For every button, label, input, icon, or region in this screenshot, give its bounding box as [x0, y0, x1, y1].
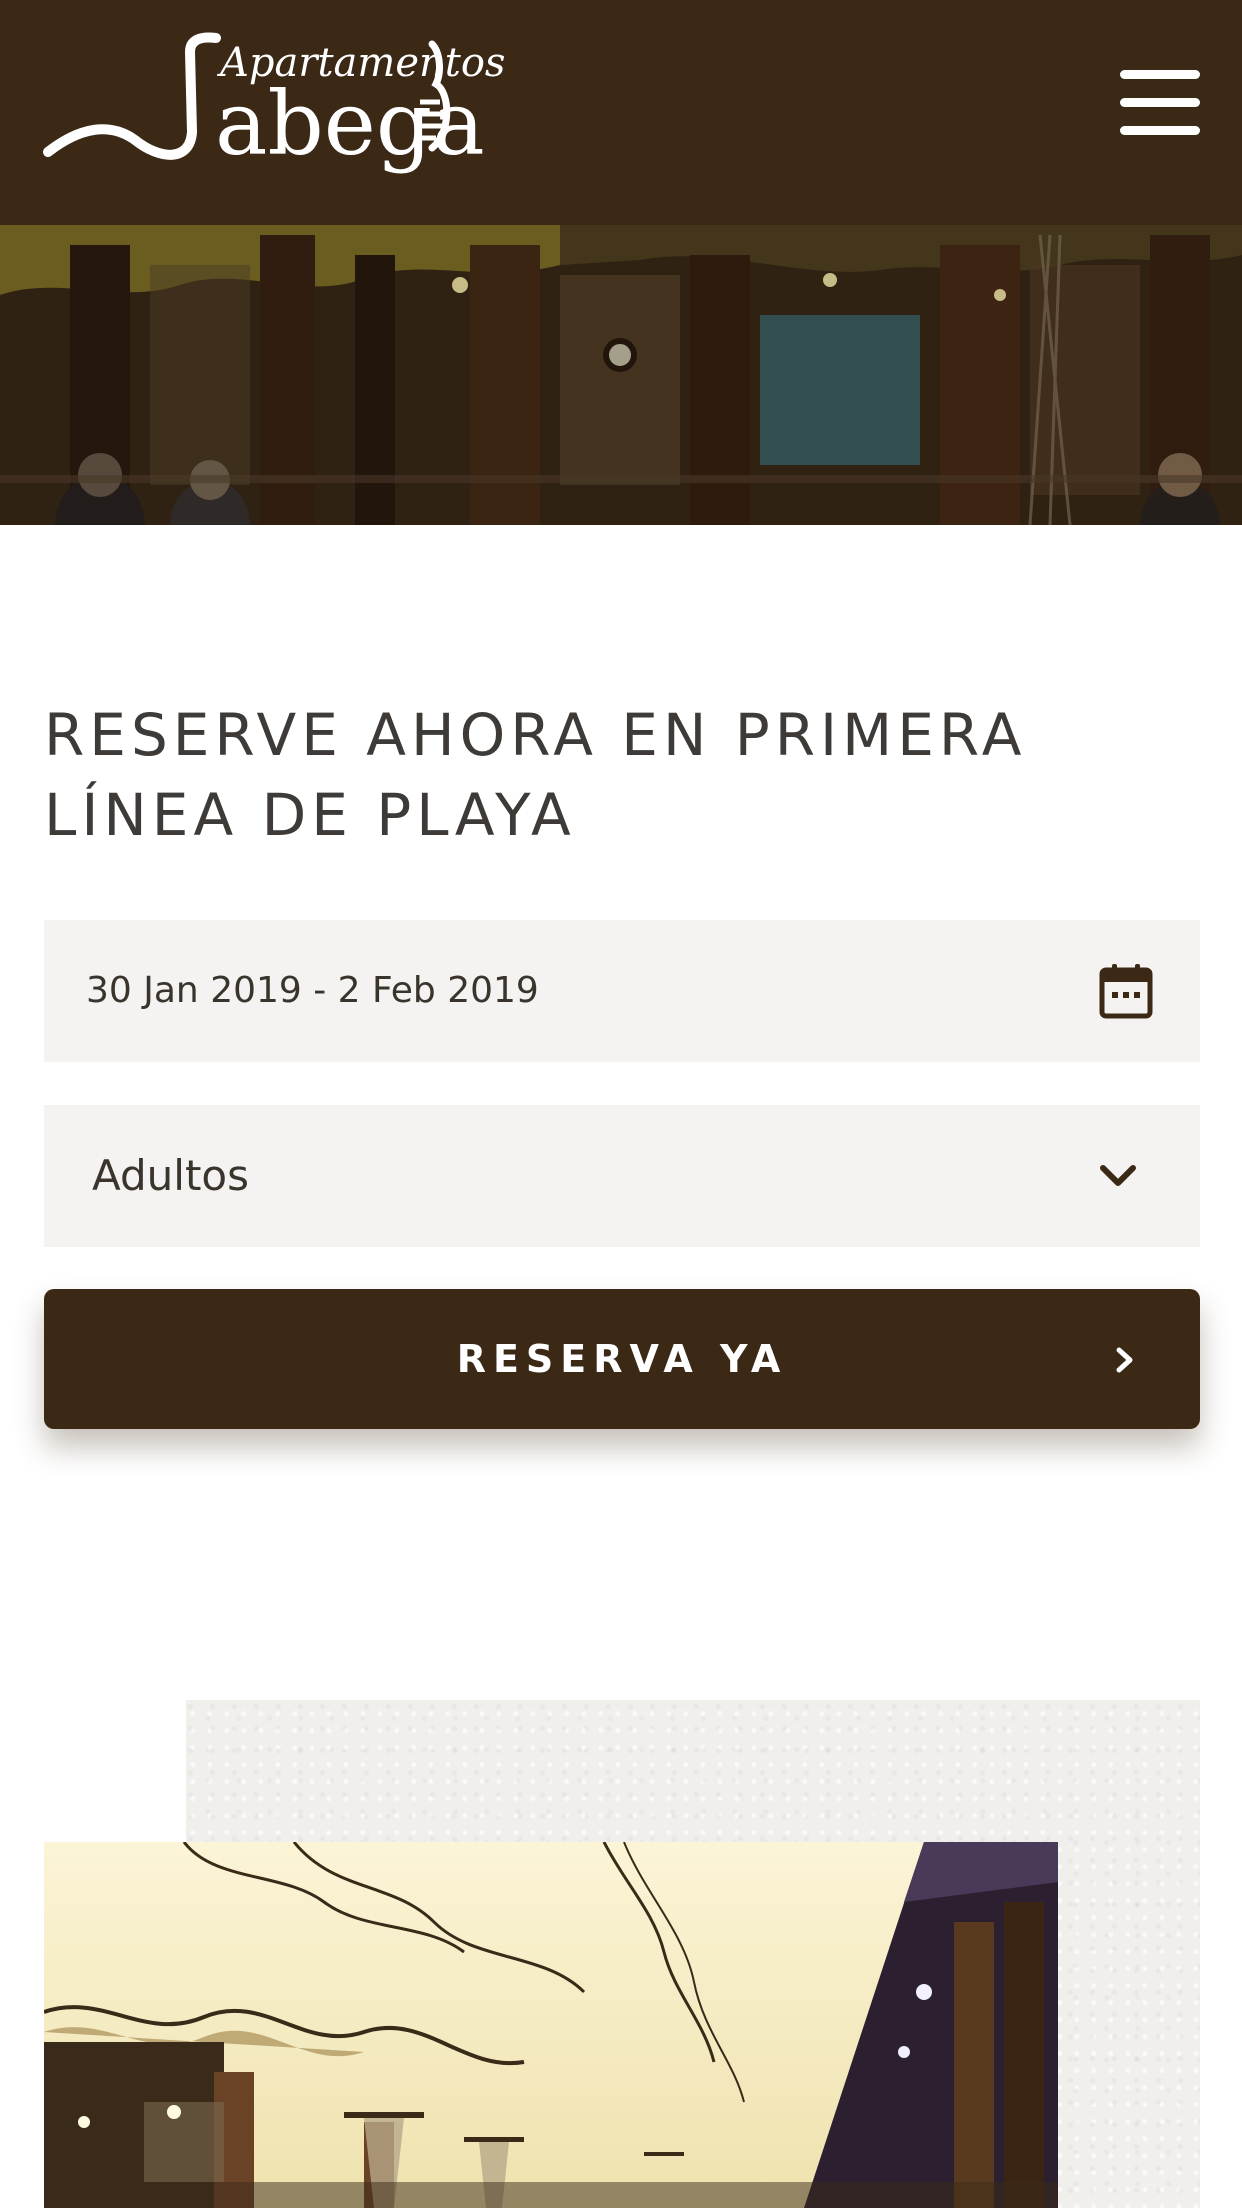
- reserve-now-button[interactable]: RESERVA YA: [44, 1289, 1200, 1429]
- menu-bar-top: [1120, 70, 1200, 79]
- logo-main-text: abega: [215, 72, 485, 175]
- date-range-field[interactable]: 30 Jan 2019 - 2 Feb 2019: [44, 920, 1200, 1062]
- page: Apartamentos abega RESERVE AHORA EN PRIM…: [0, 0, 1242, 2208]
- menu-bar-middle: [1120, 98, 1200, 107]
- adults-select-value: Adultos: [92, 1151, 249, 1200]
- restaurant-interior-photo: [44, 1842, 1058, 2208]
- site-header: Apartamentos abega: [0, 0, 1242, 225]
- hero-restaurant-photo: [0, 225, 1242, 525]
- hamburger-menu-icon[interactable]: [1120, 66, 1200, 146]
- chevron-down-icon[interactable]: [1098, 1159, 1138, 1193]
- booking-heading: RESERVE AHORA EN PRIMERA LÍNEA DE PLAYA: [44, 701, 1027, 849]
- date-range-value: 30 Jan 2019 - 2 Feb 2019: [86, 970, 539, 1011]
- hero-image: [0, 225, 1242, 525]
- reserve-now-label: RESERVA YA: [456, 1337, 788, 1381]
- gallery-image: [44, 1842, 1058, 2208]
- site-logo[interactable]: Apartamentos abega: [40, 32, 505, 192]
- chevron-right-icon: [1116, 1347, 1133, 1373]
- calendar-icon[interactable]: [1098, 962, 1154, 1020]
- adults-select[interactable]: Adultos: [44, 1105, 1200, 1247]
- menu-bar-bottom: [1120, 126, 1200, 135]
